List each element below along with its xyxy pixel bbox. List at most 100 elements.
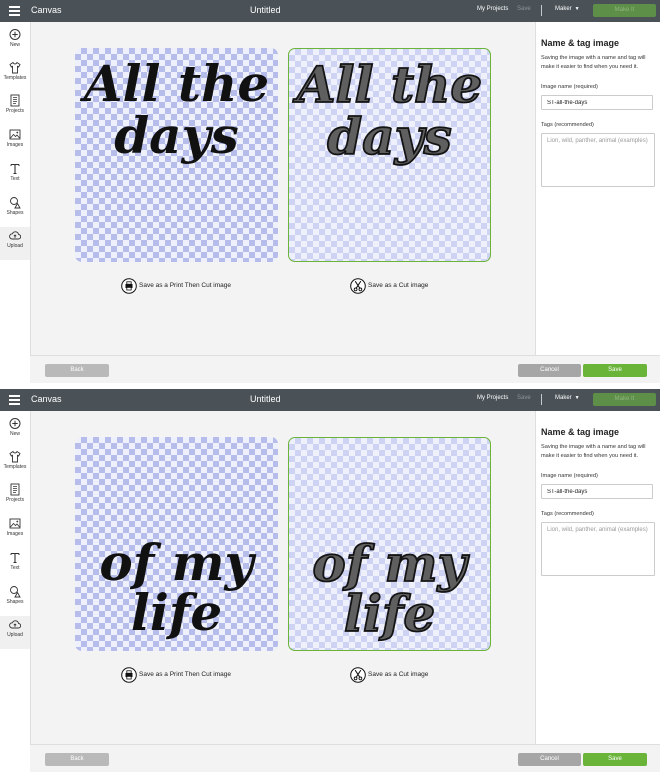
machine-select-label: Maker bbox=[555, 395, 572, 401]
top-bar: Canvas Untitled My Projects Save Maker ▼ … bbox=[0, 0, 660, 22]
sidebar-item-shapes[interactable]: Shapes bbox=[0, 194, 30, 227]
sidebar-item-label: Text bbox=[10, 176, 20, 182]
artwork-line: life bbox=[130, 583, 223, 642]
sidebar-item-templates[interactable]: Templates bbox=[0, 59, 30, 92]
projects-icon bbox=[10, 94, 20, 107]
sidebar-item-text[interactable]: Text bbox=[0, 549, 30, 582]
cancel-button[interactable]: Cancel bbox=[518, 364, 581, 377]
hamburger-menu-icon[interactable] bbox=[9, 6, 20, 16]
sidebar-item-projects[interactable]: Projects bbox=[0, 92, 30, 125]
name-tag-panel: Name & tag image Saving the image with a… bbox=[535, 411, 660, 744]
panel-description: Saving the image with a name and tag wil… bbox=[541, 444, 646, 459]
sidebar-item-label: Images bbox=[6, 531, 24, 537]
save-button[interactable]: Save bbox=[583, 364, 647, 377]
sidebar-item-label: New bbox=[9, 431, 20, 437]
topbar-separator bbox=[541, 5, 542, 16]
sidebar-item-upload[interactable]: Upload bbox=[0, 616, 30, 649]
image-name-input[interactable] bbox=[541, 95, 653, 110]
bottom-bar: Back Cancel Save bbox=[30, 355, 660, 383]
panel-title: Name & tag image bbox=[541, 427, 620, 437]
my-projects-link[interactable]: My Projects bbox=[477, 395, 508, 401]
panel-description: Saving the image with a name and tag wil… bbox=[541, 55, 646, 70]
topbar-save-button[interactable]: Save bbox=[517, 395, 531, 401]
sidebar-item-templates[interactable]: Templates bbox=[0, 448, 30, 481]
screenshot-frame-1: Canvas Untitled My Projects Save Maker ▼ … bbox=[0, 0, 660, 383]
back-button[interactable]: Back bbox=[45, 364, 109, 377]
image-icon bbox=[9, 129, 21, 140]
sidebar-item-projects[interactable]: Projects bbox=[0, 481, 30, 514]
sidebar-item-label: Templates bbox=[3, 464, 27, 470]
cancel-button[interactable]: Cancel bbox=[518, 753, 581, 766]
scissors-icon bbox=[350, 667, 366, 683]
cut-preview[interactable]: All the days bbox=[288, 48, 491, 262]
projects-icon bbox=[10, 483, 20, 496]
shapes-icon bbox=[10, 197, 21, 209]
sidebar-item-label: Projects bbox=[5, 497, 25, 503]
shirt-icon bbox=[9, 450, 21, 463]
sidebar-item-upload[interactable]: Upload bbox=[0, 227, 30, 260]
shirt-icon bbox=[9, 61, 21, 74]
tags-label: Tags (recommended) bbox=[541, 511, 594, 517]
artwork-line: All the bbox=[296, 54, 483, 115]
tags-input[interactable] bbox=[541, 133, 655, 187]
sidebar-item-new[interactable]: New bbox=[0, 26, 30, 59]
cut-label: Save as a Cut image bbox=[368, 282, 429, 289]
print-then-cut-preview[interactable]: All the days bbox=[75, 48, 278, 262]
sidebar-item-images[interactable]: Images bbox=[0, 126, 30, 159]
shapes-icon bbox=[10, 586, 21, 598]
make-it-button[interactable]: Make It bbox=[593, 393, 656, 406]
sidebar-item-images[interactable]: Images bbox=[0, 515, 30, 548]
cut-label: Save as a Cut image bbox=[368, 671, 429, 678]
sidebar-item-new[interactable]: New bbox=[0, 415, 30, 448]
my-projects-link[interactable]: My Projects bbox=[477, 6, 508, 12]
plus-circle-icon bbox=[9, 29, 21, 40]
cloud-upload-icon bbox=[9, 231, 21, 240]
bottom-bar: Back Cancel Save bbox=[30, 744, 660, 772]
tags-input[interactable] bbox=[541, 522, 655, 576]
make-it-button[interactable]: Make It bbox=[593, 4, 656, 17]
machine-select-label: Maker bbox=[555, 6, 572, 12]
cloud-upload-icon bbox=[9, 620, 21, 629]
artwork-line: All the bbox=[83, 54, 270, 113]
save-button[interactable]: Save bbox=[583, 753, 647, 766]
left-sidebar: New Templates Projects Images Text Shape… bbox=[0, 22, 31, 383]
artwork-line: days bbox=[114, 106, 239, 165]
topbar-separator bbox=[541, 394, 542, 405]
machine-select[interactable]: Maker ▼ bbox=[555, 395, 580, 401]
sidebar-item-label: Shapes bbox=[6, 599, 24, 605]
sidebar-item-text[interactable]: Text bbox=[0, 160, 30, 193]
document-title: Untitled bbox=[250, 5, 281, 15]
back-button[interactable]: Back bbox=[45, 753, 109, 766]
sidebar-item-label: Upload bbox=[7, 632, 23, 638]
image-name-label: Image name (required) bbox=[541, 84, 598, 90]
sidebar-item-label: Templates bbox=[3, 75, 27, 81]
sidebar-item-label: Text bbox=[10, 565, 20, 571]
sidebar-item-label: Images bbox=[6, 142, 24, 148]
topbar-save-button[interactable]: Save bbox=[517, 6, 531, 12]
artwork-line: life bbox=[343, 583, 436, 644]
print-then-cut-label: Save as a Print Then Cut image bbox=[139, 671, 232, 678]
cut-preview[interactable]: of my life bbox=[288, 437, 491, 651]
name-tag-panel: Name & tag image Saving the image with a… bbox=[535, 22, 660, 355]
tags-label: Tags (recommended) bbox=[541, 122, 594, 128]
sidebar-item-label: New bbox=[9, 42, 20, 48]
machine-select[interactable]: Maker ▼ bbox=[555, 6, 580, 12]
sidebar-item-shapes[interactable]: Shapes bbox=[0, 583, 30, 616]
app-title: Canvas bbox=[31, 5, 62, 15]
print-then-cut-preview[interactable]: of my life bbox=[75, 437, 278, 651]
artwork-line: days bbox=[326, 106, 452, 167]
chevron-down-icon: ▼ bbox=[574, 6, 580, 12]
hamburger-menu-icon[interactable] bbox=[9, 395, 20, 405]
chevron-down-icon: ▼ bbox=[574, 395, 580, 401]
image-icon bbox=[9, 518, 21, 529]
app-title: Canvas bbox=[31, 394, 62, 404]
screenshot-frame-2: Canvas Untitled My Projects Save Maker ▼ … bbox=[0, 389, 660, 772]
left-sidebar: New Templates Projects Images Text Shape… bbox=[0, 411, 31, 772]
print-then-cut-label: Save as a Print Then Cut image bbox=[139, 282, 232, 289]
sidebar-item-label: Upload bbox=[7, 243, 23, 249]
sidebar-item-label: Projects bbox=[5, 108, 25, 114]
image-name-input[interactable] bbox=[541, 484, 653, 499]
text-icon bbox=[10, 163, 20, 175]
sidebar-item-label: Shapes bbox=[6, 210, 24, 216]
image-name-label: Image name (required) bbox=[541, 473, 598, 479]
